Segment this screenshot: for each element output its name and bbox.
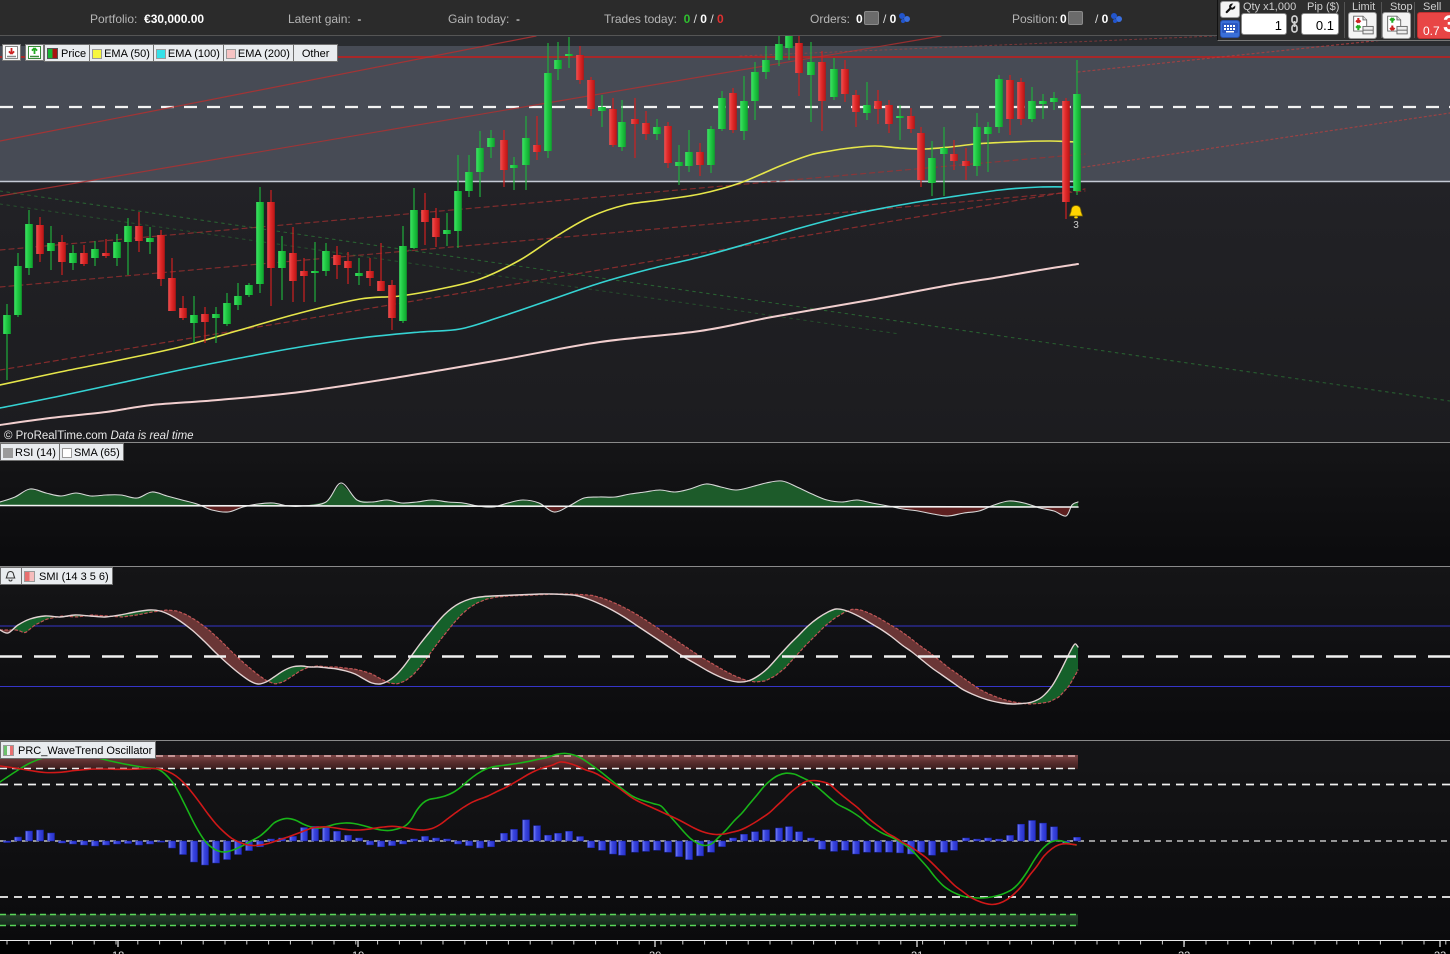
svg-text:© ProRealTime.com Data is real: © ProRealTime.com Data is real time xyxy=(4,430,194,442)
svg-text:20: 20 xyxy=(649,950,661,954)
svg-text:3: 3 xyxy=(1073,220,1079,231)
svg-text:22: 22 xyxy=(1178,950,1190,954)
svg-text:18: 18 xyxy=(112,950,124,954)
svg-text:23: 23 xyxy=(1434,950,1446,954)
svg-text:21: 21 xyxy=(911,950,923,954)
svg-text:19: 19 xyxy=(352,950,364,954)
